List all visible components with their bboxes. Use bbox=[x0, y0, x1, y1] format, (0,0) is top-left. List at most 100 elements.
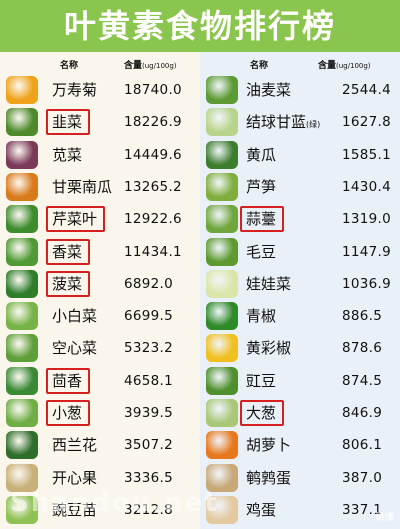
right-food-name-text: 毛豆 bbox=[246, 242, 277, 261]
right-row: 芦笋 1430.4 bbox=[200, 171, 400, 203]
left-food-name: 开心果 bbox=[52, 468, 97, 488]
page-title: 叶黄素食物排行榜 bbox=[63, 7, 336, 45]
left-food-image bbox=[6, 269, 38, 298]
left-food-value: 11434.1 bbox=[124, 243, 182, 260]
left-row: 万寿菊 18740.0 bbox=[0, 74, 200, 106]
left-food-image bbox=[6, 108, 38, 137]
left-food-image bbox=[6, 399, 38, 427]
right-food-value: 1319.0 bbox=[342, 211, 392, 228]
page: 叶黄素食物排行榜 名称 含量(ug/100g) 万寿菊 18740.0 韭菜 1822… bbox=[0, 0, 400, 529]
left-food-value: 14449.6 bbox=[124, 146, 182, 163]
right-food-name: 青椒 bbox=[246, 306, 276, 326]
right-food-name-text: 鹌鹑蛋 bbox=[246, 468, 292, 487]
right-food-name: 黄瓜 bbox=[246, 145, 276, 165]
right-row: 蒜薹 1319.0 bbox=[200, 203, 400, 235]
left-row: 韭菜 18226.9 bbox=[0, 106, 200, 138]
left-row: 小白菜 6699.5 bbox=[0, 300, 200, 332]
right-food-name: 毛豆 bbox=[246, 242, 276, 262]
right-row: 毛豆 1147.9 bbox=[200, 236, 400, 268]
right-food-name-text: 结球甘蓝 bbox=[246, 113, 307, 132]
left-food-value: 6892.0 bbox=[124, 275, 174, 292]
left-food-value: 4658.1 bbox=[124, 372, 174, 389]
right-row: 胡萝卜 806.1 bbox=[200, 429, 400, 461]
right-food-image bbox=[206, 431, 238, 460]
left-row: 芹菜叶 12922.6 bbox=[0, 203, 200, 235]
right-food-value: 1147.9 bbox=[342, 243, 392, 260]
right-food-image bbox=[206, 172, 238, 201]
right-food-name: 黄彩椒 bbox=[246, 338, 291, 358]
right-food-name: 鸡蛋 bbox=[246, 500, 276, 520]
left-value-header-label: 含量 bbox=[124, 61, 143, 71]
left-food-name: 甘栗南瓜 bbox=[52, 177, 112, 197]
left-food-image bbox=[6, 334, 38, 363]
left-row: 菠菜 6892.0 bbox=[0, 268, 200, 300]
right-name-header: 名称 bbox=[250, 61, 269, 71]
left-highlight-box bbox=[46, 238, 90, 265]
right-food-value: 1036.9 bbox=[342, 275, 392, 292]
right-food-name-text: 娃娃菜 bbox=[246, 274, 292, 293]
left-row: 小葱 3939.5 bbox=[0, 397, 200, 429]
left-food-name-text: 开心果 bbox=[52, 468, 98, 487]
right-food-name: 豇豆 bbox=[246, 371, 276, 391]
left-food-name-text: 小白菜 bbox=[52, 307, 98, 326]
right-food-value: 846.9 bbox=[342, 405, 383, 421]
right-food-image bbox=[206, 237, 238, 266]
left-food-name: 苋菜 bbox=[52, 145, 82, 165]
left-food-name: 万寿菊 bbox=[52, 80, 97, 100]
right-food-note: (绿) bbox=[306, 120, 321, 130]
left-row: 甘栗南瓜 13265.2 bbox=[0, 171, 200, 203]
right-row: 鹌鹑蛋 387.0 bbox=[200, 462, 400, 494]
right-food-image bbox=[206, 76, 238, 104]
left-food-image bbox=[6, 140, 38, 169]
right-row: 结球甘蓝(绿) 1627.8 bbox=[200, 106, 400, 138]
left-highlight-box bbox=[46, 367, 90, 394]
left-highlight-box bbox=[46, 109, 90, 136]
right-food-value: 874.5 bbox=[342, 372, 383, 389]
right-food-value: 1430.4 bbox=[342, 178, 392, 195]
left-food-name-text: 西兰花 bbox=[52, 436, 98, 455]
right-row: 大葱 846.9 bbox=[200, 397, 400, 429]
title-bar: 叶黄素食物排行榜 bbox=[0, 0, 400, 52]
right-food-image bbox=[206, 140, 238, 169]
left-food-image bbox=[6, 237, 38, 266]
weibo-credit: 微博 bbox=[375, 513, 394, 523]
left-panel: 名称 含量(ug/100g) 万寿菊 18740.0 韭菜 18226.9 苋菜 1444… bbox=[0, 52, 200, 529]
left-food-image bbox=[6, 172, 38, 201]
right-food-name-text: 胡萝卜 bbox=[246, 436, 292, 455]
right-food-value: 387.0 bbox=[342, 469, 383, 486]
left-food-name-text: 苋菜 bbox=[52, 145, 83, 164]
right-row: 鸡蛋 337.1 bbox=[200, 494, 400, 526]
left-row: 苋菜 14449.6 bbox=[0, 139, 200, 171]
right-food-image bbox=[206, 302, 238, 331]
watermark: Shandou.net bbox=[10, 488, 219, 518]
left-food-value: 5323.2 bbox=[124, 340, 174, 357]
left-food-image bbox=[6, 205, 38, 234]
left-row: 香菜 11434.1 bbox=[0, 236, 200, 268]
right-food-value: 886.5 bbox=[342, 308, 383, 325]
right-food-name: 鹌鹑蛋 bbox=[246, 468, 291, 488]
right-food-image bbox=[206, 334, 238, 363]
left-food-value: 18226.9 bbox=[124, 114, 182, 131]
right-food-value: 2544.4 bbox=[342, 82, 392, 98]
left-food-value: 6699.5 bbox=[124, 308, 174, 325]
right-row: 娃娃菜 1036.9 bbox=[200, 268, 400, 300]
left-food-name-text: 万寿菊 bbox=[52, 81, 98, 99]
left-food-name: 空心菜 bbox=[52, 338, 97, 358]
right-highlight-box bbox=[240, 400, 284, 426]
right-food-image bbox=[206, 366, 238, 395]
left-food-image bbox=[6, 302, 38, 331]
right-food-name-text: 芦笋 bbox=[246, 177, 277, 196]
right-row: 黄瓜 1585.1 bbox=[200, 139, 400, 171]
left-food-name-text: 甘栗南瓜 bbox=[52, 177, 113, 196]
right-food-value: 1627.8 bbox=[342, 114, 392, 131]
right-row: 黄彩椒 878.6 bbox=[200, 332, 400, 364]
right-food-name-text: 青椒 bbox=[246, 307, 277, 326]
left-food-value: 18740.0 bbox=[124, 82, 182, 98]
left-row: 西兰花 3507.2 bbox=[0, 429, 200, 461]
left-unit-label: (ug/100g) bbox=[142, 62, 177, 70]
right-value-header: 含量(ug/100g) bbox=[318, 58, 371, 71]
right-food-image bbox=[206, 108, 238, 137]
right-highlight-box bbox=[240, 206, 284, 233]
left-food-value: 13265.2 bbox=[124, 178, 182, 195]
right-food-name-text: 黄瓜 bbox=[246, 145, 277, 164]
